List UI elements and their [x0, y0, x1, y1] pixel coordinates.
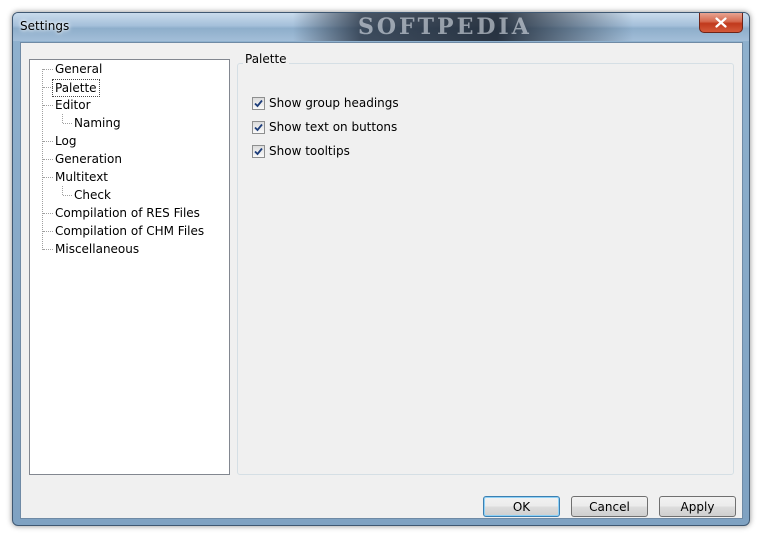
- checkbox-box[interactable]: [252, 120, 265, 134]
- cancel-button[interactable]: Cancel: [571, 496, 648, 517]
- watermark-logo: SOFTPEDIA: [358, 14, 532, 40]
- dialog-body: General Palette Editor Naming Log Genera…: [20, 42, 743, 519]
- settings-window: SOFTPEDIA Settings General Palette Edito…: [12, 12, 750, 526]
- show-group-headings-checkbox[interactable]: Show group headings: [252, 95, 399, 111]
- close-icon: [715, 17, 727, 28]
- tree-item-compilation-res[interactable]: Compilation of RES Files: [52, 204, 203, 222]
- apply-button[interactable]: Apply: [659, 496, 736, 517]
- settings-tree[interactable]: General Palette Editor Naming Log Genera…: [29, 59, 230, 475]
- checkbox-label: Show text on buttons: [269, 120, 398, 134]
- tree-item-log[interactable]: Log: [52, 132, 79, 150]
- checkbox-box[interactable]: [252, 96, 265, 110]
- tree-item-multitext[interactable]: Multitext: [52, 168, 111, 186]
- show-text-on-buttons-checkbox[interactable]: Show text on buttons: [252, 119, 397, 135]
- tree-item-miscellaneous[interactable]: Miscellaneous: [52, 240, 142, 258]
- check-mark-icon: [254, 123, 263, 131]
- palette-group-title: Palette: [243, 52, 289, 66]
- tree-item-naming[interactable]: Naming: [71, 114, 124, 132]
- tree-item-compilation-chm[interactable]: Compilation of CHM Files: [52, 222, 207, 240]
- tree-item-check[interactable]: Check: [71, 186, 114, 204]
- close-button[interactable]: [699, 13, 743, 33]
- show-tooltips-checkbox[interactable]: Show tooltips: [252, 143, 350, 159]
- checkbox-box[interactable]: [252, 144, 265, 158]
- ok-button[interactable]: OK: [483, 496, 560, 517]
- checkbox-label: Show tooltips: [269, 144, 350, 158]
- check-mark-icon: [254, 99, 263, 107]
- tree-item-generation[interactable]: Generation: [52, 150, 125, 168]
- tree-item-editor[interactable]: Editor: [52, 96, 94, 114]
- title-bar[interactable]: SOFTPEDIA Settings: [13, 13, 749, 41]
- checkbox-label: Show group headings: [269, 96, 399, 110]
- tree-item-palette[interactable]: Palette: [52, 79, 100, 97]
- tree-item-general[interactable]: General: [52, 60, 105, 78]
- check-mark-icon: [254, 147, 263, 155]
- window-title: Settings: [20, 19, 70, 33]
